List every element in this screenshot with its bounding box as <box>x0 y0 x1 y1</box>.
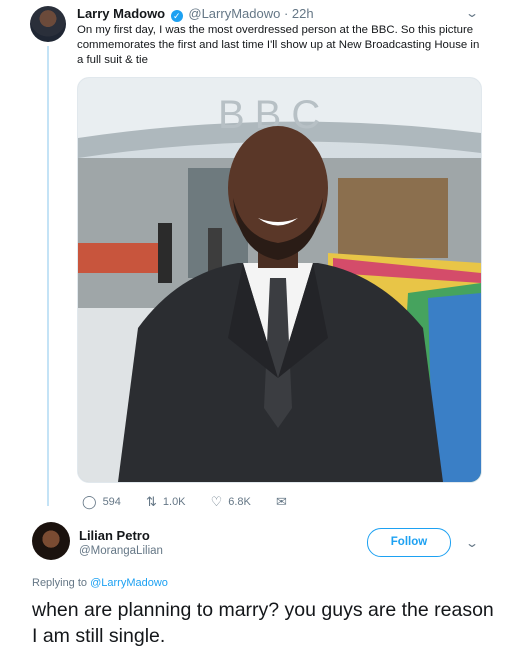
separator-dot: · <box>283 6 289 21</box>
verified-badge-icon: ✓ <box>170 10 183 22</box>
reply-text: when are planning to marry? you guys are… <box>32 599 494 647</box>
heart-icon: ♡ <box>210 494 223 509</box>
replying-to-label: Replying to <box>32 577 91 589</box>
reply-button[interactable]: ◯ 594 <box>82 494 121 510</box>
chevron-down-icon[interactable]: ⌄ <box>465 6 479 20</box>
like-button[interactable]: ♡ 6.8K <box>211 494 251 510</box>
retweet-icon: ⇅ <box>145 494 157 509</box>
avatar[interactable] <box>32 522 70 560</box>
follow-button[interactable]: Follow <box>367 528 451 557</box>
replying-to: Replying to @LarryMadowo <box>32 577 168 589</box>
photo-illustration: BBC <box>78 78 481 482</box>
reply-author-name[interactable]: Lilian Petro <box>79 528 150 543</box>
tweet-photo[interactable]: BBC <box>77 77 482 483</box>
message-button[interactable]: ✉ <box>276 494 293 510</box>
reply-count: 594 <box>102 496 121 508</box>
envelope-icon: ✉ <box>275 494 287 509</box>
author-handle[interactable]: @LarryMadowo <box>188 6 280 21</box>
retweet-button[interactable]: ⇅ 1.0K <box>146 494 186 510</box>
tweet-timestamp[interactable]: 22h <box>292 6 314 21</box>
avatar[interactable] <box>30 6 66 42</box>
reply-icon: ◯ <box>82 494 97 509</box>
thread-connector-line <box>47 46 49 506</box>
replying-to-link[interactable]: @LarryMadowo <box>90 577 168 589</box>
tweet-header: Larry Madowo ✓ @LarryMadowo · 22h <box>77 5 314 22</box>
like-count: 6.8K <box>228 496 251 508</box>
tweet-text: On my first day, I was the most overdres… <box>77 24 480 66</box>
author-name[interactable]: Larry Madowo <box>77 6 165 21</box>
reply-author-handle[interactable]: @MorangaLilian <box>79 545 163 557</box>
tweet-actions: ◯ 594 ⇅ 1.0K ♡ 6.8K ✉ <box>82 494 315 510</box>
chevron-down-icon[interactable]: ⌄ <box>465 536 479 550</box>
retweet-count: 1.0K <box>162 496 186 508</box>
